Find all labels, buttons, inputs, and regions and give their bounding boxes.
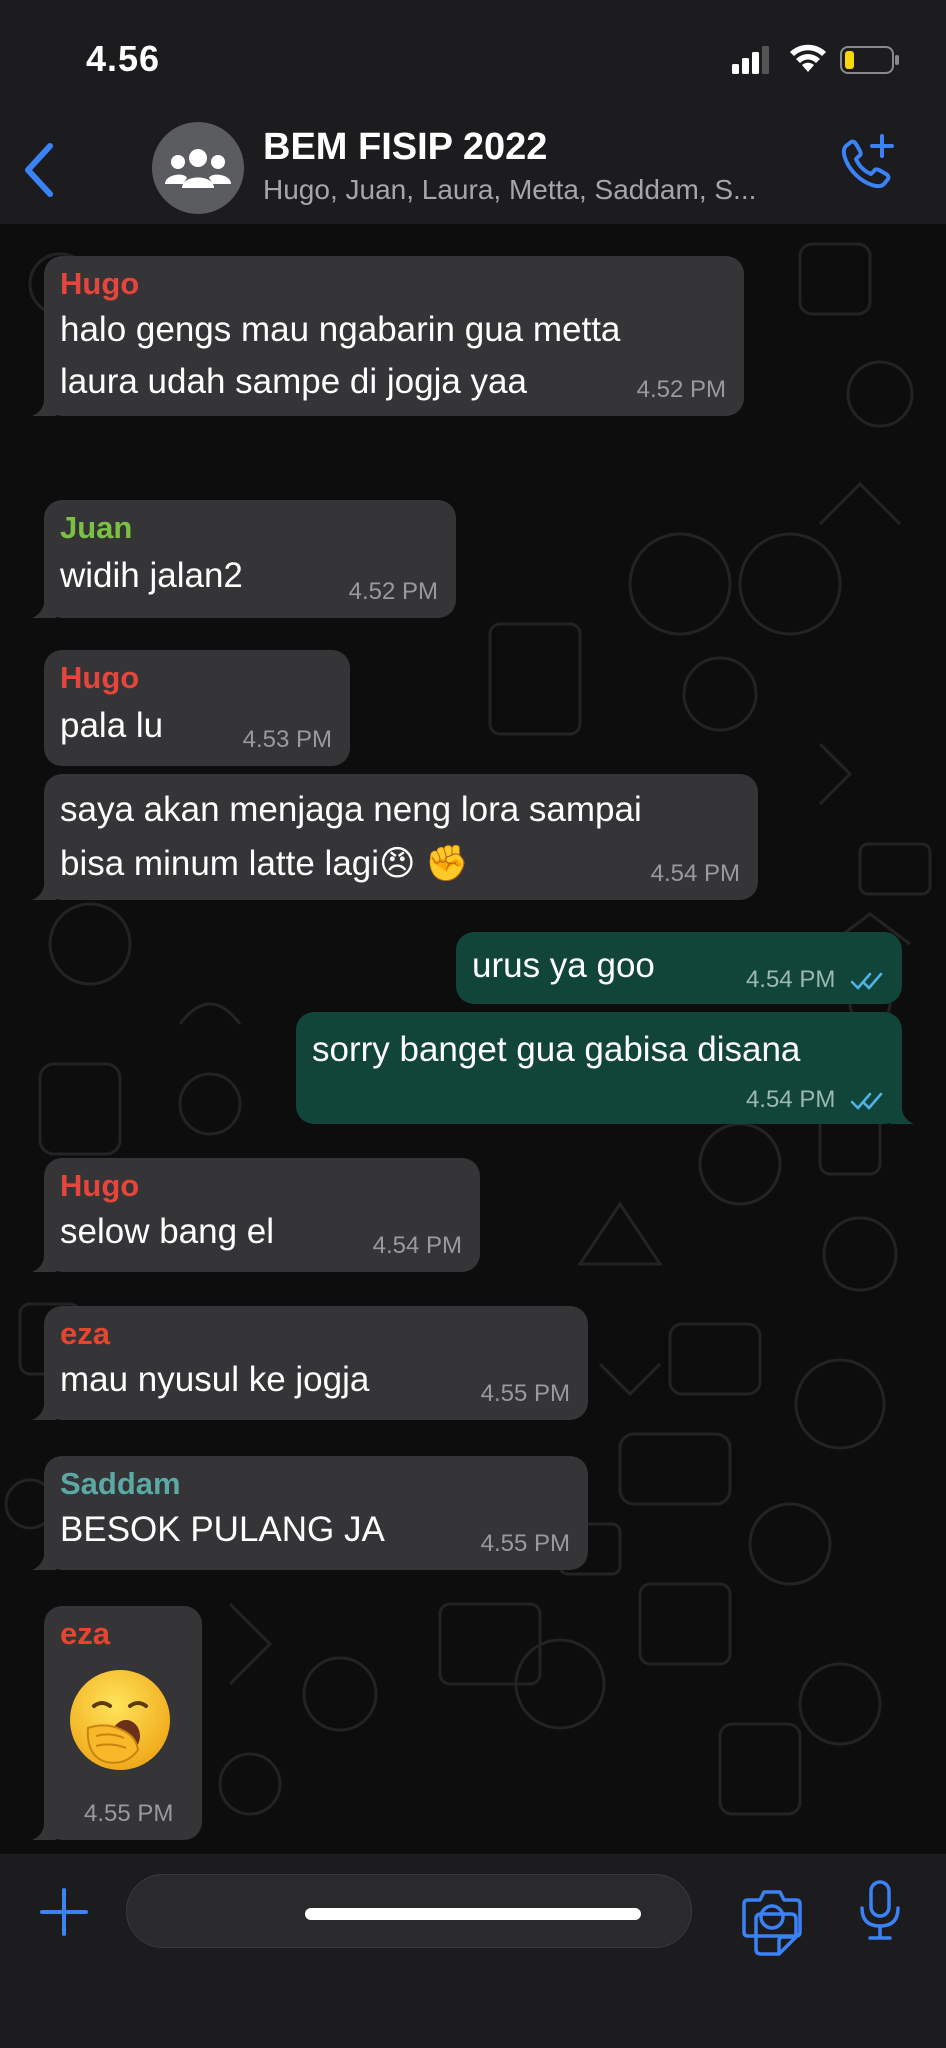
double-check-icon bbox=[850, 972, 883, 990]
message-bubble-outgoing[interactable]: urus ya goo 4.54 PM bbox=[456, 932, 902, 1004]
message-meta: 4.54 PM bbox=[746, 1086, 884, 1114]
chat-header: BEM FISIP 2022 Hugo, Juan, Laura, Metta,… bbox=[0, 118, 946, 225]
message-sender[interactable]: Saddam bbox=[60, 1466, 181, 1502]
bubble-tail bbox=[32, 596, 56, 618]
message-sender[interactable]: Juan bbox=[60, 510, 132, 546]
battery-icon bbox=[840, 46, 899, 74]
group-title[interactable]: BEM FISIP 2022 bbox=[263, 126, 547, 169]
message-sender[interactable]: eza bbox=[60, 1316, 110, 1352]
message-text: saya akan menjaga neng lora sampai bbox=[60, 790, 642, 829]
bubble-tail bbox=[32, 1818, 56, 1840]
back-icon[interactable] bbox=[18, 140, 62, 200]
status-bar: 4.56 bbox=[0, 0, 946, 118]
message-text: selow bang el bbox=[60, 1212, 275, 1251]
message-sender[interactable]: Hugo bbox=[60, 266, 139, 302]
message-text: pala lu bbox=[60, 706, 164, 745]
message-bubble[interactable]: saya akan menjaga neng lora sampai bisa … bbox=[32, 774, 758, 900]
message-bubble-outgoing[interactable]: sorry banget gua gabisa disana 4.54 PM bbox=[296, 1012, 914, 1124]
message-time: 4.55 PM bbox=[480, 1530, 570, 1557]
message-meta: 4.54 PM bbox=[746, 966, 884, 994]
message-sender[interactable]: Hugo bbox=[60, 1168, 139, 1204]
double-check-icon bbox=[850, 1092, 883, 1110]
yawning-face-emoji bbox=[70, 1670, 170, 1770]
message-text: widih jalan2 bbox=[60, 556, 243, 595]
bubble-tail bbox=[32, 1250, 56, 1272]
composer-bar bbox=[0, 1854, 946, 2048]
message-sender[interactable]: Hugo bbox=[60, 660, 139, 696]
message-text: urus ya goo bbox=[472, 946, 655, 985]
bubble-tail bbox=[32, 394, 56, 416]
group-icon bbox=[165, 149, 231, 188]
cellular-signal-icon bbox=[732, 46, 769, 74]
message-time: 4.54 PM bbox=[650, 860, 740, 887]
status-time: 4.56 bbox=[86, 38, 161, 79]
message-bubble[interactable]: Juan widih jalan2 4.52 PM bbox=[32, 500, 456, 618]
camera-icon[interactable] bbox=[742, 1888, 802, 1938]
message-text: halo gengs mau ngabarin gua metta bbox=[60, 310, 621, 349]
microphone-icon[interactable] bbox=[858, 1880, 902, 1942]
message-time: 4.55 PM bbox=[480, 1380, 570, 1407]
message-text: mau nyusul ke jogja bbox=[60, 1360, 370, 1399]
chat-area[interactable]: Hugo halo gengs mau ngabarin gua metta l… bbox=[0, 224, 946, 1854]
plus-icon[interactable] bbox=[38, 1886, 90, 1938]
group-members[interactable]: Hugo, Juan, Laura, Metta, Saddam, S... bbox=[263, 174, 823, 206]
message-bubble[interactable]: eza 4.55 PM bbox=[32, 1606, 202, 1840]
message-time: 4.54 PM bbox=[745, 1086, 836, 1113]
add-call-icon[interactable] bbox=[834, 132, 898, 196]
message-time: 4.52 PM bbox=[636, 376, 726, 403]
wifi-icon bbox=[790, 44, 826, 72]
message-sender[interactable]: eza bbox=[60, 1616, 110, 1652]
message-time: 4.52 PM bbox=[348, 578, 438, 605]
message-bubble[interactable]: eza mau nyusul ke jogja 4.55 PM bbox=[32, 1306, 588, 1420]
group-avatar[interactable] bbox=[152, 122, 244, 214]
message-time: 4.53 PM bbox=[242, 726, 332, 753]
home-indicator[interactable] bbox=[305, 1908, 641, 1920]
message-text: laura udah sampe di jogja yaa bbox=[60, 362, 527, 401]
message-bubble[interactable]: Hugo pala lu 4.53 PM bbox=[44, 650, 350, 766]
bubble-tail bbox=[32, 1398, 56, 1420]
bubble-tail bbox=[32, 878, 56, 900]
message-bubble[interactable]: Saddam BESOK PULANG JA 4.55 PM bbox=[32, 1456, 588, 1570]
message-time: 4.55 PM bbox=[84, 1800, 174, 1827]
message-bubble[interactable]: Hugo halo gengs mau ngabarin gua metta l… bbox=[32, 256, 744, 416]
message-text: bisa minum latte lagi😠 ✊ bbox=[60, 844, 469, 883]
message-time: 4.54 PM bbox=[372, 1232, 462, 1259]
bubble-tail bbox=[32, 1548, 56, 1570]
message-text: sorry banget gua gabisa disana bbox=[312, 1030, 801, 1069]
message-text: BESOK PULANG JA bbox=[60, 1510, 385, 1549]
message-bubble[interactable]: Hugo selow bang el 4.54 PM bbox=[32, 1158, 480, 1272]
message-time: 4.54 PM bbox=[745, 966, 836, 993]
bubble-tail bbox=[890, 1102, 914, 1124]
